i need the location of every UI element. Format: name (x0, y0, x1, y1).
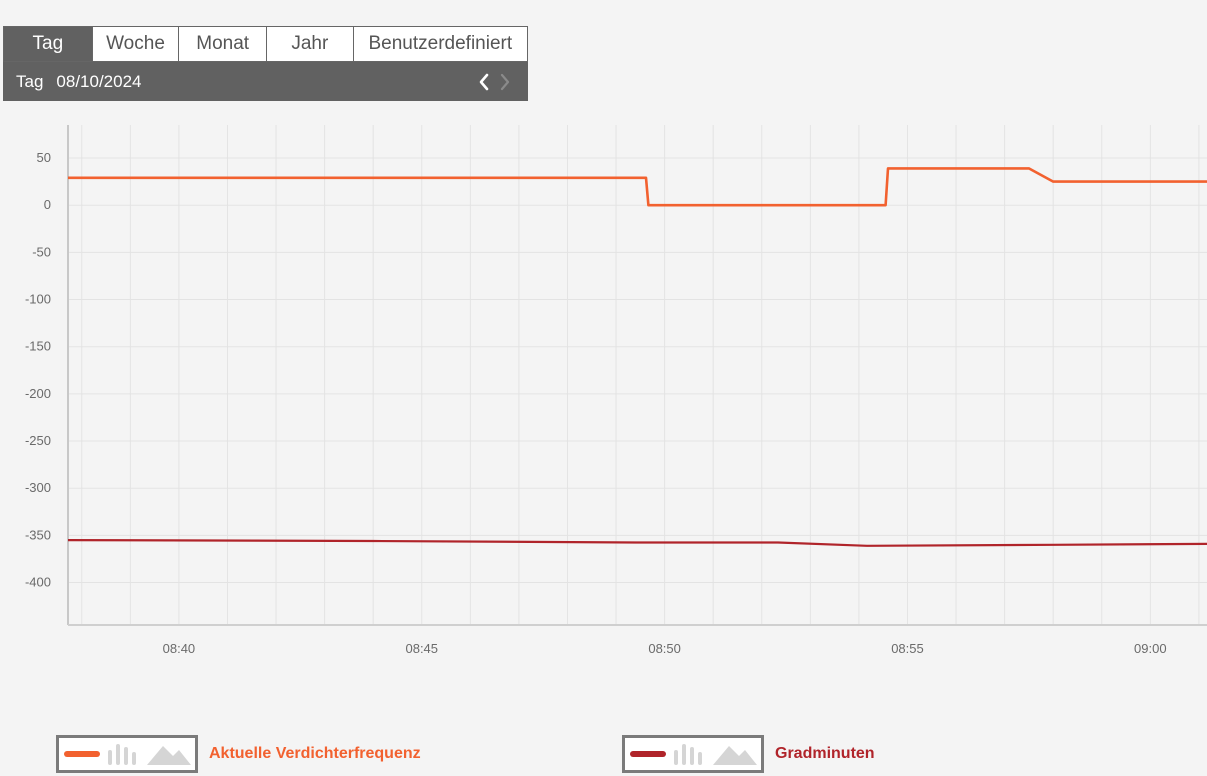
tab-woche[interactable]: Woche (92, 27, 180, 61)
x-tick-label: 08:50 (648, 641, 681, 656)
period-tabs: Tag Woche Monat Jahr Benutzerdefiniert (3, 26, 528, 62)
series-line-2 (67, 539, 1207, 547)
legend-toggle-verdichterfrequenz[interactable] (56, 735, 198, 773)
tab-monat[interactable]: Monat (179, 27, 267, 61)
legend-label-gradminuten: Gradminuten (775, 745, 875, 762)
period-selector: Tag Woche Monat Jahr Benutzerdefiniert T… (3, 26, 528, 101)
chevron-right-icon[interactable] (496, 72, 514, 92)
date-value: 08/10/2024 (56, 71, 142, 91)
tab-benutzerdefiniert[interactable]: Benutzerdefiniert (353, 27, 527, 61)
y-tick-label: 0 (44, 197, 51, 212)
chart-grid (68, 125, 1207, 625)
legend-item-verdichterfrequenz[interactable]: Aktuelle Verdichterfrequenz (56, 735, 421, 773)
series-style-icon (630, 744, 757, 765)
chart-series (67, 167, 1207, 547)
period-label: Tag (16, 71, 44, 91)
y-tick-label: -400 (25, 575, 51, 590)
x-tick-label: 08:40 (163, 641, 196, 656)
x-tick-label: 08:55 (891, 641, 924, 656)
y-tick-label: -150 (25, 339, 51, 354)
chevron-left-icon[interactable] (475, 72, 493, 92)
line-chart: 50 0 -50 -100 -150 -200 -250 -300 -350 -400 08:40… (25, 125, 1207, 656)
tab-jahr[interactable]: Jahr (267, 27, 354, 61)
y-axis: 50 0 -50 -100 -150 -200 -250 -300 -350 -400 (25, 125, 69, 625)
x-tick-label: 09:00 (1134, 641, 1167, 656)
series-line-1 (68, 167, 1207, 207)
tab-tag[interactable]: Tag (4, 27, 93, 61)
series-style-icon (64, 744, 191, 765)
x-tick-label: 08:45 (405, 641, 438, 656)
y-tick-label: -250 (25, 433, 51, 448)
date-bar: Tag 08/10/2024 (3, 62, 528, 101)
legend-label-verdichterfrequenz: Aktuelle Verdichterfrequenz (209, 745, 421, 762)
legend-item-gradminuten[interactable]: Gradminuten (622, 735, 875, 773)
legend-toggle-gradminuten[interactable] (622, 735, 764, 773)
y-tick-label: -350 (25, 527, 51, 542)
x-axis: 08:40 08:45 08:50 08:55 09:00 (68, 624, 1207, 656)
y-tick-label: -300 (25, 480, 51, 495)
y-tick-label: -100 (25, 292, 51, 307)
y-tick-label: -200 (25, 386, 51, 401)
y-tick-label: -50 (32, 244, 51, 259)
y-tick-label: 50 (37, 150, 51, 165)
